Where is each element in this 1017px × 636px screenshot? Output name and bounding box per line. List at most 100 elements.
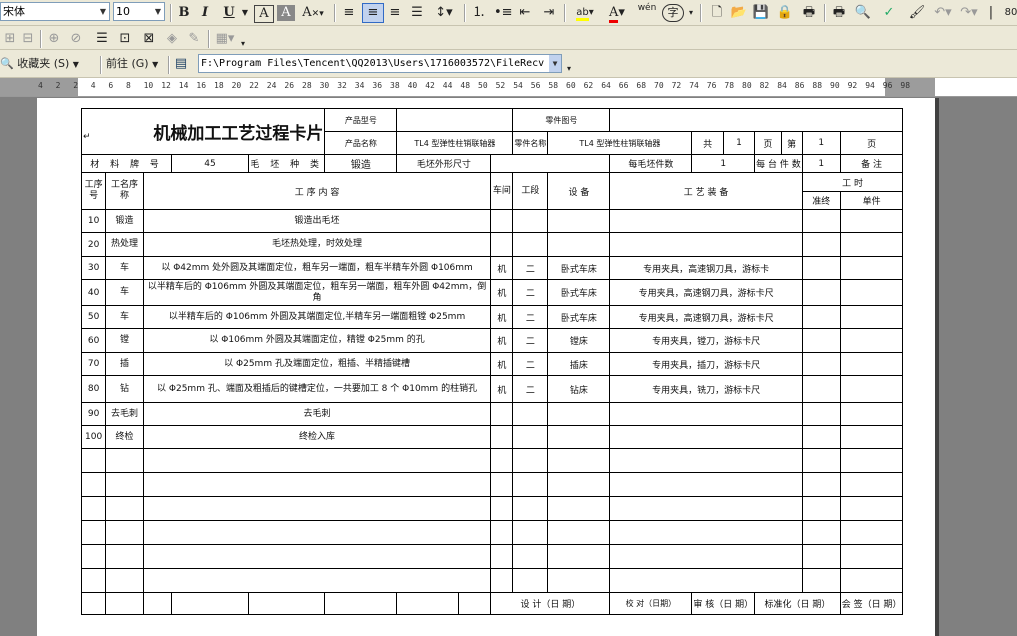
draw-pen-icon[interactable]: ✎ bbox=[186, 29, 202, 49]
enclose-char-button[interactable]: 字 bbox=[662, 4, 684, 22]
align-center-icon[interactable]: ≡ bbox=[362, 3, 384, 23]
address-combo[interactable]: F:\Program Files\Tencent\QQ2013\Users\17… bbox=[198, 54, 562, 73]
save-icon[interactable]: 💾 bbox=[752, 3, 770, 23]
line-spacing-icon[interactable]: ↕▾ bbox=[432, 3, 456, 23]
nth-value: 1 bbox=[801, 131, 841, 155]
document-page[interactable]: ↵ 机械加工工艺过程卡片 产品型号 零件图号 产品名称 TL4 型弹性柱销联轴器… bbox=[37, 98, 935, 636]
ruler-tick-label: 2 bbox=[55, 81, 61, 90]
underline-button[interactable]: U bbox=[218, 3, 240, 23]
research-icon[interactable]: 🔍 bbox=[854, 3, 872, 23]
print-icon[interactable]: 🖶 bbox=[800, 3, 818, 23]
table-row[interactable]: 50 车以半精车后的 Φ106mm 外圆及其端面定位,半精车另一端面粗镗 Φ25m… bbox=[80, 305, 904, 329]
merge-cells-icon[interactable]: ⊕ bbox=[46, 29, 62, 49]
favorites-button[interactable]: 🔍 收藏夹 (S) ▼ bbox=[0, 54, 96, 74]
italic-button[interactable]: I bbox=[196, 3, 214, 23]
open-folder-icon[interactable]: 📂 bbox=[730, 3, 748, 23]
content-header: 工 序 内 容 bbox=[142, 172, 492, 210]
table-row[interactable]: 90 去毛刺 去毛刺 bbox=[80, 402, 904, 426]
tooling bbox=[609, 209, 803, 233]
empty-cell bbox=[80, 544, 107, 569]
table-row[interactable]: 30 车以 Φ42mm 处外圆及其端面定位，粗车另一端面，粗车半精车外圆 Φ106… bbox=[80, 256, 904, 280]
table-row[interactable]: 60 镗以 Φ106mm 外圆及其端面定位，精镗 Φ25mm 的孔机二镗床 专用夹具… bbox=[80, 328, 904, 353]
table-grid-icon[interactable]: ⊠ bbox=[140, 29, 158, 49]
step-name: 热处理 bbox=[105, 232, 144, 257]
toolbar-options-icon[interactable]: ▾ bbox=[564, 59, 574, 79]
table-row[interactable]: 70 插以 Φ25mm 孔及端面定位，粗插、半精插键槽机二插床 专用夹具，插刀，游标… bbox=[80, 352, 904, 376]
insert-rows-icon[interactable]: ⊞ bbox=[2, 29, 18, 49]
table-row[interactable]: 10 锻造 锻造出毛坯 bbox=[80, 209, 904, 233]
table-icon[interactable]: ▦▾ bbox=[214, 29, 236, 49]
ruler-tick-label: 76 bbox=[706, 81, 717, 90]
chevron-down-icon[interactable]: ▼ bbox=[152, 3, 164, 20]
empty-cell bbox=[609, 520, 803, 545]
section bbox=[512, 402, 549, 426]
chevron-down-icon[interactable]: ▼ bbox=[240, 3, 250, 23]
empty-cell bbox=[512, 448, 549, 473]
empty-row[interactable] bbox=[80, 568, 904, 593]
increase-indent-icon[interactable]: ⇥ bbox=[540, 3, 558, 23]
prep-time bbox=[801, 209, 841, 233]
empty-cell bbox=[396, 592, 460, 615]
ruler-tick-label: 6 bbox=[108, 81, 114, 90]
line-weight-icon[interactable]: ☰ bbox=[92, 29, 112, 49]
empty-row[interactable] bbox=[80, 472, 904, 497]
shading-icon[interactable]: ◈ bbox=[164, 29, 180, 49]
font-color-button[interactable]: A▾ bbox=[604, 3, 630, 23]
char-shading-button[interactable]: A bbox=[277, 5, 295, 21]
border-icon[interactable]: ⊡ bbox=[116, 29, 134, 49]
split-cells-icon[interactable]: ⊘ bbox=[68, 29, 84, 49]
empty-row[interactable] bbox=[80, 448, 904, 473]
chevron-down-icon[interactable]: ▼ bbox=[549, 55, 561, 72]
redo-icon[interactable]: ↷▾ bbox=[958, 3, 980, 23]
undo-icon[interactable]: ↶▾ bbox=[932, 3, 954, 23]
empty-row[interactable] bbox=[80, 520, 904, 545]
char-scale-button[interactable]: A✕▾ bbox=[298, 3, 328, 23]
ruler-tick-label: 30 bbox=[319, 81, 330, 90]
permission-icon[interactable]: 🔒 bbox=[776, 3, 794, 23]
page-label: 页 bbox=[754, 131, 782, 155]
decrease-indent-icon[interactable]: ⇤ bbox=[516, 3, 534, 23]
search-icon: 🔍 bbox=[0, 57, 14, 70]
part-drawing-value bbox=[609, 108, 904, 132]
goto-button[interactable]: 前往 (G) ▼ bbox=[106, 54, 166, 74]
char-border-button[interactable]: A bbox=[254, 5, 274, 23]
web-toolbar-icon[interactable]: ▤ bbox=[172, 54, 190, 74]
zoom-partial[interactable]: 80 bbox=[1002, 3, 1017, 23]
table-row[interactable]: 80 钻以 Φ25mm 孔、端面及粗插后的键槽定位，一共要加工 8 个 Φ10mm… bbox=[80, 375, 904, 403]
table-row[interactable]: 100 终检 终检入库 bbox=[80, 425, 904, 449]
spelling-icon[interactable]: ✓ bbox=[880, 3, 898, 23]
ruler-tick-label: 62 bbox=[583, 81, 594, 90]
font-name-combo[interactable]: 宋体 ▼ bbox=[0, 2, 110, 21]
unit-time bbox=[839, 209, 904, 233]
empty-row[interactable] bbox=[80, 496, 904, 521]
empty-cell bbox=[490, 472, 514, 497]
numbering-icon[interactable]: ⒈ bbox=[470, 3, 488, 23]
table-row[interactable]: 40 车以半精车后的 Φ106mm 外圆及其端面定位，粗车另一端面，粗车外圆 Φ4… bbox=[80, 279, 904, 306]
ruler-tick-label: 28 bbox=[302, 81, 312, 90]
empty-row[interactable] bbox=[80, 544, 904, 569]
justify-icon[interactable]: ☰ bbox=[408, 3, 426, 23]
print-preview-icon[interactable]: 🖶 bbox=[830, 3, 848, 23]
empty-cell bbox=[609, 472, 803, 497]
highlight-button[interactable]: ab▾ bbox=[570, 3, 600, 23]
new-document-icon[interactable]: 🗋 bbox=[708, 3, 726, 23]
per-blank-value: 1 bbox=[691, 154, 756, 173]
align-right-icon[interactable]: ≡ bbox=[386, 3, 404, 23]
chevron-down-icon[interactable]: ▼ bbox=[97, 3, 109, 20]
bullets-icon[interactable]: •≡ bbox=[494, 3, 513, 23]
align-left-icon[interactable]: ≡ bbox=[340, 3, 358, 23]
empty-cell bbox=[839, 544, 904, 569]
toolbar-options-icon[interactable]: ▾ bbox=[686, 3, 696, 23]
format-painter-icon[interactable]: 🖌 bbox=[908, 3, 926, 23]
bold-button[interactable]: B bbox=[175, 3, 193, 23]
tooling: 专用夹具，插刀，游标卡尺 bbox=[609, 352, 803, 376]
font-size-combo[interactable]: 10 ▼ bbox=[113, 2, 165, 21]
table-row[interactable]: 20 热处理 毛坯热处理，时效处理 bbox=[80, 232, 904, 257]
step-no: 100 bbox=[80, 425, 107, 449]
delete-rows-icon[interactable]: ⊟ bbox=[20, 29, 36, 49]
horizontal-ruler[interactable]: 4 2 2 4 6 8 10 12 14 16 18 20 22 24 26 28 30 32 34 36 38 40 42… bbox=[0, 78, 1017, 97]
empty-cell bbox=[490, 568, 514, 593]
phonetic-guide-button[interactable]: wén bbox=[636, 3, 658, 23]
process-card-table[interactable]: ↵ 机械加工工艺过程卡片 产品型号 零件图号 产品名称 TL4 型弹性柱销联轴器… bbox=[80, 108, 904, 615]
per-blank-label: 每毛坯件数 bbox=[609, 154, 693, 173]
